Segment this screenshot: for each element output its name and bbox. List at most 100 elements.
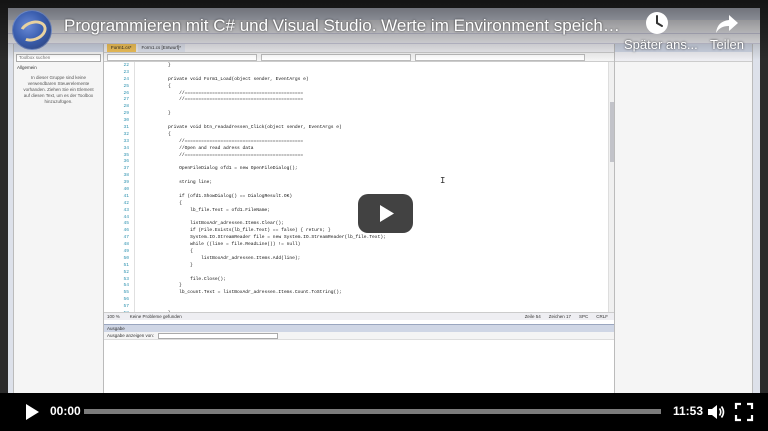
line-number: 54	[123, 283, 129, 289]
code-line: 31 private void btn_readadressen_Click(o…	[104, 124, 614, 131]
code-gutter	[134, 158, 146, 166]
line-number: 31	[123, 124, 129, 130]
code-text: {	[146, 200, 182, 206]
cursor-column: Zeichen 17	[548, 314, 571, 319]
code-gutter	[134, 213, 146, 221]
code-line: 52	[104, 268, 614, 276]
progress-bar[interactable]	[84, 409, 661, 414]
code-gutter	[134, 234, 146, 242]
line-number: 52	[123, 269, 129, 275]
video-player[interactable]: Toolbox suchen Allgemein In dieser Grupp…	[0, 0, 768, 431]
code-line: 27 //===================================…	[104, 96, 614, 104]
volume-icon[interactable]	[706, 402, 726, 422]
code-line: 34 //Open and read adress data	[104, 144, 614, 152]
play-button[interactable]	[22, 402, 42, 422]
code-gutter	[134, 241, 146, 249]
video-title[interactable]: Programmieren mit C# und Visual Studio. …	[64, 16, 624, 36]
line-number: 53	[123, 276, 129, 282]
line-number: 41	[123, 193, 129, 199]
code-gutter	[134, 68, 146, 76]
code-gutter	[134, 103, 146, 111]
code-gutter	[134, 199, 146, 207]
code-editor: Form1.cs* Form1.cs [Entwurf]* 22 }2324 p…	[104, 44, 614, 324]
code-text: OpenFileDialog ofd1 = new OpenFileDialog…	[146, 166, 298, 172]
line-number: 57	[123, 304, 129, 310]
code-line: 51 }	[104, 261, 614, 269]
large-play-button[interactable]	[358, 194, 413, 233]
code-gutter	[134, 96, 146, 104]
code-gutter	[134, 186, 146, 193]
code-text: //======================================…	[146, 152, 304, 158]
code-gutter	[134, 179, 146, 187]
line-number: 50	[123, 255, 129, 261]
code-gutter	[134, 227, 146, 235]
line-number: 46	[123, 228, 129, 234]
channel-avatar[interactable]	[12, 10, 52, 50]
code-line: 29 }	[104, 110, 614, 118]
code-gutter	[134, 261, 146, 269]
code-text: }	[146, 262, 193, 268]
code-gutter	[134, 220, 146, 228]
line-number: 48	[123, 242, 129, 248]
code-gutter	[134, 268, 146, 276]
code-gutter	[134, 248, 146, 255]
line-number: 36	[123, 159, 129, 165]
code-gutter	[134, 303, 146, 311]
code-line: 40	[104, 186, 614, 193]
watch-later-label: Später ans...	[624, 37, 698, 52]
share-label: Teilen	[710, 37, 744, 52]
code-gutter	[134, 296, 146, 304]
code-text: lb_file.Text = ofd1.FileName;	[146, 207, 271, 213]
line-number: 33	[123, 138, 129, 144]
share-button[interactable]: Teilen	[702, 10, 752, 52]
code-line: 50 listBoxAdr_adressen.Items.Add(line);	[104, 254, 614, 262]
code-text: while ((line = file.ReadLine()) != null)	[146, 242, 301, 248]
code-text: }	[146, 111, 171, 117]
code-text: //======================================…	[146, 90, 304, 96]
code-text: file.Close();	[146, 276, 226, 282]
code-text: {	[146, 248, 193, 254]
code-text: System.IO.StreamReader file = new System…	[146, 235, 386, 241]
code-text: //Open and read adress data	[146, 145, 254, 151]
code-gutter	[134, 275, 146, 283]
code-gutter	[134, 282, 146, 290]
current-time: 00:00	[50, 404, 81, 418]
code-line: 57	[104, 303, 614, 311]
line-number: 49	[123, 248, 129, 254]
line-number: 28	[123, 104, 129, 110]
code-gutter	[134, 82, 146, 90]
code-line: 56	[104, 296, 614, 304]
code-line: 53 file.Close();	[104, 275, 614, 283]
line-number: 47	[123, 235, 129, 241]
fullscreen-icon[interactable]	[734, 402, 754, 422]
code-gutter	[134, 254, 146, 262]
line-number: 37	[123, 166, 129, 172]
code-gutter	[134, 165, 146, 173]
watch-later-button[interactable]: Später ans...	[624, 10, 698, 52]
cursor-line: Zeile 54	[524, 314, 541, 319]
code-line: 28	[104, 103, 614, 111]
line-number: 23	[123, 69, 129, 75]
line-number: 40	[123, 186, 129, 192]
line-number: 51	[123, 262, 129, 268]
code-gutter	[134, 89, 146, 97]
play-icon	[380, 205, 394, 222]
output-source-label: Ausgabe anzeigen von:	[107, 333, 155, 338]
code-text: }	[146, 62, 171, 68]
line-number: 34	[123, 145, 129, 151]
code-line: 33 //===================================…	[104, 137, 614, 145]
code-gutter	[134, 62, 146, 69]
line-number: 35	[123, 152, 129, 158]
code-line: 37 OpenFileDialog ofd1 = new OpenFileDia…	[104, 165, 614, 173]
code-gutter	[134, 110, 146, 118]
code-line: 25 {	[104, 82, 614, 90]
code-text: //======================================…	[146, 97, 304, 103]
line-number: 24	[123, 76, 129, 82]
code-line: 22 }	[104, 62, 614, 69]
code-line: 26 //===================================…	[104, 89, 614, 97]
code-gutter	[134, 117, 146, 125]
line-number: 38	[123, 173, 129, 179]
play-icon	[26, 404, 39, 420]
video-duration: 11:53	[673, 404, 704, 418]
line-number: 32	[123, 131, 129, 137]
